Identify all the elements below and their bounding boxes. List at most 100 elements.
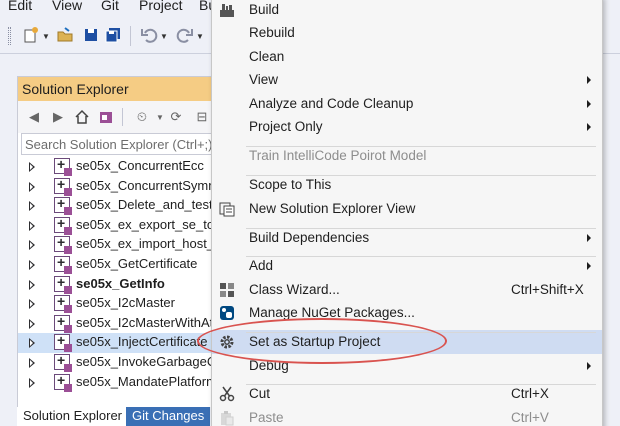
save-button[interactable]: [82, 26, 100, 46]
menu-project[interactable]: Project: [139, 0, 183, 13]
toolbar-grip[interactable]: [8, 27, 11, 45]
tree-row[interactable]: se05x_I2cMaster: [18, 293, 219, 314]
submenu-arrow-icon: [587, 76, 591, 84]
toolbar-separator: [130, 26, 131, 46]
open-folder-button[interactable]: [56, 26, 74, 46]
shortcut-label: Ctrl+V: [511, 410, 549, 425]
menu-item-build[interactable]: Build: [212, 0, 602, 22]
menu-item-label: Train IntelliCode Poirot Model: [249, 148, 427, 163]
undo-button[interactable]: ▼: [140, 26, 168, 46]
submenu-arrow-icon: [587, 262, 591, 270]
menu-item-label: Build Dependencies: [249, 230, 370, 245]
tree-row[interactable]: se05x_InvokeGarbageCo: [18, 352, 223, 373]
sync-icon[interactable]: ⟳: [168, 109, 184, 125]
expand-arrow-icon[interactable]: [29, 201, 35, 212]
menu-item-rebuild[interactable]: Rebuild: [212, 21, 602, 45]
build-icon: [218, 1, 236, 19]
tree-row-label: se05x_Delete_and_test_p: [76, 197, 228, 213]
menu-separator: [246, 175, 596, 176]
tab-solution-explorer[interactable]: Solution Explorer: [17, 407, 128, 426]
expand-arrow-icon[interactable]: [29, 299, 35, 310]
menu-item-analyze-and-code-cleanup[interactable]: Analyze and Code Cleanup: [212, 92, 602, 116]
menu-view[interactable]: View: [52, 0, 82, 13]
forward-icon[interactable]: ▶: [50, 109, 66, 125]
open-folder-icon: [56, 26, 74, 47]
tree-row-label: se05x_InjectCertificate: [76, 334, 208, 350]
menu-item-add[interactable]: Add: [212, 254, 602, 278]
cpp-project-icon: [54, 274, 72, 294]
tree-row-label: se05x_ConcurrentEcc: [76, 158, 204, 173]
menu-item-new-solution-explorer-view[interactable]: New Solution Explorer View: [212, 197, 602, 221]
redo-button[interactable]: ▼: [176, 26, 204, 46]
menu-item-label: New Solution Explorer View: [249, 201, 416, 216]
submenu-arrow-icon: [587, 100, 591, 108]
panel-tabs: Solution Explorer Git Changes: [17, 407, 220, 426]
expand-arrow-icon[interactable]: [29, 181, 35, 192]
expand-arrow-icon[interactable]: [29, 358, 35, 368]
menu-item-build-dependencies[interactable]: Build Dependencies: [212, 226, 602, 250]
save-all-button[interactable]: [104, 26, 122, 46]
menu-item-scope-to-this[interactable]: Scope to This: [212, 173, 602, 197]
cpp-project-icon: [54, 372, 72, 392]
cpp-project-icon: [54, 254, 72, 274]
menu-item-label: Clean: [249, 49, 285, 64]
back-icon[interactable]: ◀: [26, 109, 42, 125]
pending-changes-filter-icon[interactable]: ⏲: [134, 109, 150, 125]
tree-row[interactable]: se05x_Delete_and_test_p: [18, 195, 227, 216]
menu-item-set-as-startup-project[interactable]: Set as Startup Project: [212, 330, 602, 354]
tree-row-label: se05x_ConcurrentSymm: [76, 177, 220, 193]
menu-item-class-wizard[interactable]: Class Wizard... Ctrl+Shift+X: [212, 278, 602, 302]
menu-separator: [246, 332, 596, 333]
menu-edit[interactable]: Edit: [8, 0, 32, 13]
menu-item-manage-nuget-packages[interactable]: Manage NuGet Packages...: [212, 301, 602, 325]
collapse-all-icon[interactable]: ⊟: [194, 109, 210, 125]
tree-row[interactable]: se05x_ex_export_se_to_h: [18, 215, 229, 236]
redo-icon: [176, 26, 194, 47]
tree-row[interactable]: se05x_ex_import_host_to: [18, 234, 225, 255]
menu-item-debug[interactable]: Debug: [212, 354, 602, 378]
tree-row-label: se05x_InvokeGarbageCo: [76, 354, 224, 369]
menu-git[interactable]: Git: [101, 0, 119, 13]
shortcut-label: Ctrl+Shift+X: [511, 282, 584, 297]
submenu-arrow-icon: [587, 234, 591, 242]
chevron-down-icon: ▼: [160, 31, 168, 41]
chevron-down-icon[interactable]: ▼: [152, 109, 168, 125]
menu-item-label: View: [249, 72, 279, 87]
tree-row[interactable]: se05x_InjectCertificate: [18, 332, 219, 354]
menu-item-view[interactable]: View: [212, 68, 602, 92]
new-item-button[interactable]: ▼: [22, 26, 50, 46]
expand-arrow-icon[interactable]: [29, 240, 35, 251]
cpp-project-icon: [54, 176, 72, 196]
save-all-icon: [104, 26, 122, 47]
tree-row[interactable]: se05x_GetCertificate: [18, 254, 219, 275]
tree-row[interactable]: se05x_I2cMasterWithAtt: [18, 313, 219, 334]
expand-arrow-icon[interactable]: [29, 279, 35, 290]
menu-item-label: Analyze and Code Cleanup: [249, 96, 414, 111]
expand-arrow-icon[interactable]: [29, 318, 35, 329]
menu-item-label: Add: [249, 258, 274, 273]
expand-arrow-icon[interactable]: [29, 260, 35, 270]
class-wizard-icon: [218, 281, 236, 299]
menu-item-cut[interactable]: Cut Ctrl+X: [212, 382, 602, 406]
expand-arrow-icon[interactable]: [29, 377, 35, 388]
menu-item-project-only[interactable]: Project Only: [212, 115, 602, 139]
expand-arrow-icon[interactable]: [29, 220, 35, 231]
tab-git-changes[interactable]: Git Changes: [126, 407, 211, 426]
expand-arrow-icon[interactable]: [29, 338, 35, 349]
menu-item-label: Build: [249, 2, 280, 17]
expand-arrow-icon[interactable]: [29, 162, 35, 172]
cpp-project-icon: [54, 215, 72, 235]
menu-item-label: Cut: [249, 386, 271, 401]
search-input[interactable]: Search Solution Explorer (Ctrl+;): [21, 133, 217, 155]
tree-row[interactable]: se05x_ConcurrentSymm: [18, 176, 220, 197]
cpp-project-icon: [54, 293, 72, 314]
tree-row[interactable]: se05x_GetInfo: [18, 274, 219, 295]
tree-row-label: se05x_MandatePlatform: [76, 373, 217, 389]
cpp-project-icon: [54, 156, 72, 176]
tree-row[interactable]: se05x_MandatePlatform: [18, 372, 219, 393]
switch-views-icon[interactable]: [98, 109, 114, 125]
tree-row[interactable]: se05x_ConcurrentEcc: [18, 156, 219, 177]
home-icon[interactable]: [74, 109, 90, 125]
shortcut-label: Ctrl+X: [511, 386, 549, 401]
menu-item-clean[interactable]: Clean: [212, 45, 602, 69]
